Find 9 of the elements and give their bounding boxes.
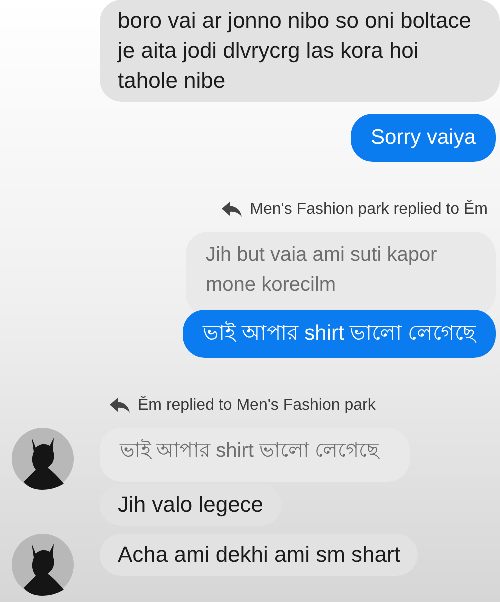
- incoming-message: Acha ami dekhi ami sm shart: [100, 534, 418, 576]
- quoted-message: ভাই আপার shirt ভালো লেগেছে: [100, 428, 410, 482]
- reply-arrow-icon: [222, 202, 242, 218]
- outgoing-message: ভাই আপার shirt ভালো লেগেছে: [182, 310, 496, 358]
- reply-notice: Men's Fashion park replied to Ĕm: [250, 199, 488, 220]
- incoming-message: boro vai ar jonno nibo so oni boltace je aita jodi dlvrycrg las kora hoi tahole nibe: [100, 0, 500, 102]
- outgoing-message: Sorry vaiya: [350, 114, 496, 162]
- reply-arrow-icon: [110, 398, 130, 414]
- reply-notice: Ĕm replied to Men's Fashion park: [138, 395, 376, 416]
